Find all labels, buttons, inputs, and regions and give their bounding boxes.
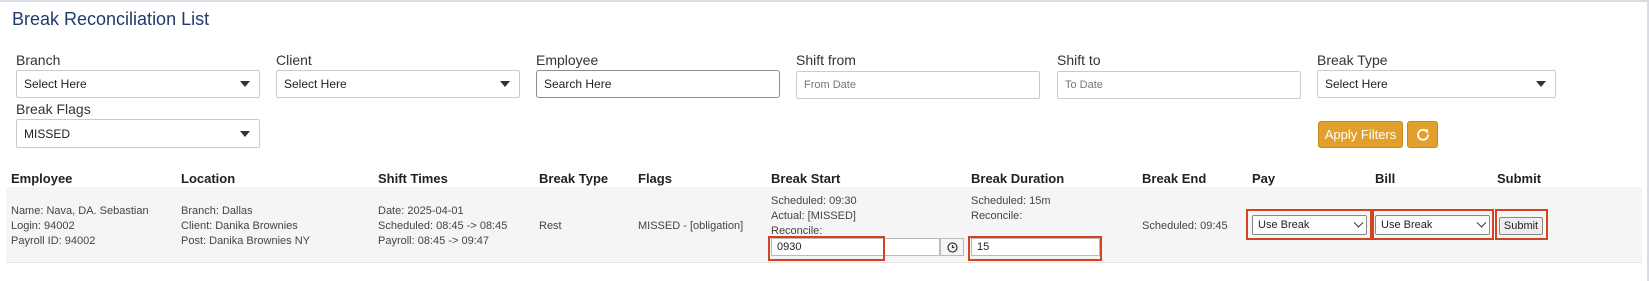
break-duration-reconcile-input[interactable]: 15 — [971, 238, 1100, 256]
column-header-break-end: Break End — [1142, 171, 1207, 186]
column-header-employee: Employee — [11, 171, 73, 186]
refresh-button[interactable] — [1407, 121, 1438, 148]
break-start-cell: Scheduled: 09:30 Actual: [MISSED] Reconc… — [771, 194, 857, 239]
shift-scheduled: Scheduled: 08:45 -> 08:45 — [378, 220, 508, 232]
pay-select-value: Use Break — [1258, 219, 1310, 231]
refresh-icon — [1416, 128, 1429, 141]
flags-cell: MISSED - [obligation] — [638, 220, 744, 232]
column-header-break-start: Break Start — [771, 171, 841, 186]
column-header-break-duration: Break Duration — [971, 171, 1065, 186]
location-cell: Branch: Dallas Client: Danika Brownies P… — [181, 204, 310, 249]
branch-select-value: Select Here — [24, 77, 87, 91]
bill-select-value: Use Break — [1381, 219, 1433, 231]
chevron-down-icon — [1353, 217, 1364, 228]
bill-select[interactable]: Use Break — [1375, 215, 1490, 235]
employee-login: Login: 94002 — [11, 220, 75, 232]
column-header-location: Location — [181, 171, 236, 186]
employee-name: Name: Nava, DA. Sebastian — [11, 205, 149, 217]
break-start-actual: Actual: [MISSED] — [771, 210, 856, 222]
caret-down-icon — [240, 130, 250, 137]
location-post: Post: Danika Brownies NY — [181, 235, 310, 247]
branch-select[interactable]: Select Here — [16, 70, 260, 98]
location-client: Client: Danika Brownies — [181, 220, 298, 232]
apply-filters-button[interactable]: Apply Filters — [1318, 121, 1403, 148]
time-picker-button[interactable] — [940, 238, 964, 256]
caret-down-icon — [500, 81, 510, 87]
shift-date: Date: 2025-04-01 — [378, 205, 464, 217]
break-type-select[interactable]: Select Here — [1317, 70, 1556, 98]
employee-search-input[interactable]: Search Here — [536, 70, 780, 98]
shift-from-placeholder: From Date — [804, 79, 856, 91]
shift-payroll: Payroll: 08:45 -> 09:47 — [378, 235, 489, 247]
column-header-pay: Pay — [1252, 171, 1276, 186]
column-header-shift-times: Shift Times — [378, 171, 448, 186]
shift-to-input[interactable]: To Date — [1057, 71, 1301, 99]
break-type-label: Break Type — [1317, 52, 1388, 68]
column-header-flags: Flags — [638, 171, 672, 186]
client-select[interactable]: Select Here — [276, 70, 520, 98]
break-start-reconcile-value: 0930 — [777, 241, 802, 253]
pay-select[interactable]: Use Break — [1252, 215, 1367, 235]
break-duration-cell: Scheduled: 15m Reconcile: — [971, 194, 1051, 224]
break-start-scheduled: Scheduled: 09:30 — [771, 195, 857, 207]
column-header-bill: Bill — [1375, 171, 1396, 186]
break-flags-label: Break Flags — [16, 101, 91, 117]
client-label: Client — [276, 52, 312, 68]
employee-cell: Name: Nava, DA. Sebastian Login: 94002 P… — [11, 204, 149, 249]
caret-down-icon — [240, 81, 250, 87]
break-flags-select-value: MISSED — [24, 126, 71, 141]
employee-payroll-id: Payroll ID: 94002 — [11, 235, 96, 247]
break-type-cell: Rest — [539, 220, 562, 232]
break-start-reconcile-label: Reconcile: — [771, 225, 823, 237]
shift-to-placeholder: To Date — [1065, 79, 1103, 91]
employee-search-placeholder: Search Here — [544, 77, 612, 91]
break-type-select-value: Select Here — [1325, 77, 1388, 91]
break-start-reconcile-input[interactable]: 0930 — [771, 238, 940, 256]
branch-label: Branch — [16, 52, 61, 68]
client-select-value: Select Here — [284, 77, 347, 91]
column-header-break-type: Break Type — [539, 171, 609, 186]
shift-to-label: Shift to — [1057, 52, 1101, 68]
shift-times-cell: Date: 2025-04-01 Scheduled: 08:45 -> 08:… — [378, 204, 507, 249]
page-title: Break Reconciliation List — [12, 9, 210, 29]
column-header-submit: Submit — [1497, 171, 1542, 186]
location-branch: Branch: Dallas — [181, 205, 253, 217]
break-end-cell: Scheduled: 09:45 — [1142, 220, 1228, 232]
break-duration-reconcile-value: 15 — [977, 241, 990, 253]
break-duration-reconcile-label: Reconcile: — [971, 210, 1023, 222]
break-flags-select[interactable]: MISSED — [16, 119, 260, 148]
submit-button[interactable]: Submit — [1499, 217, 1543, 235]
break-duration-scheduled: Scheduled: 15m — [971, 195, 1051, 207]
top-border — [0, 0, 1649, 2]
shift-from-label: Shift from — [796, 52, 856, 68]
chevron-down-icon — [1476, 217, 1487, 228]
employee-label: Employee — [536, 52, 599, 68]
shift-from-input[interactable]: From Date — [796, 71, 1040, 99]
caret-down-icon — [1536, 81, 1546, 87]
clock-icon — [946, 241, 958, 253]
